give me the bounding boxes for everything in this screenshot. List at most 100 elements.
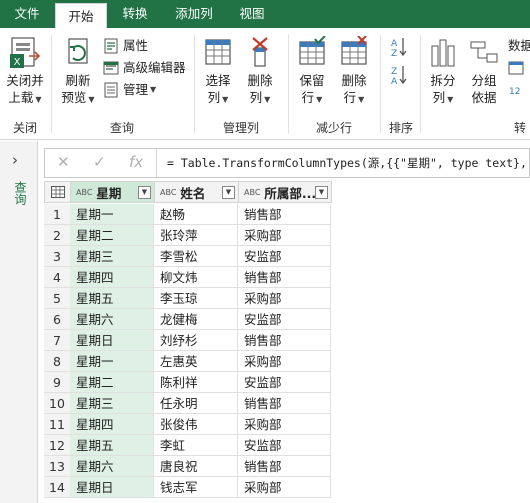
cell-weekday[interactable]: 星期二 <box>70 372 154 393</box>
group-by-button[interactable]: 分组 依据 <box>464 36 504 106</box>
tab-file[interactable]: 文件 <box>4 0 50 28</box>
cell-weekday[interactable]: 星期三 <box>70 246 154 267</box>
cell-name[interactable]: 柳文炜 <box>154 267 238 288</box>
cell-name[interactable]: 刘纾杉 <box>154 330 238 351</box>
cell-weekday[interactable]: 星期日 <box>70 330 154 351</box>
row-number[interactable]: 2 <box>44 225 71 246</box>
svg-text:Z: Z <box>391 49 397 58</box>
row-number[interactable]: 7 <box>44 330 71 351</box>
row-number[interactable]: 1 <box>44 204 71 225</box>
cell-name[interactable]: 李雪松 <box>154 246 238 267</box>
filter-dropdown-icon[interactable]: ▼ <box>315 186 328 199</box>
cell-name[interactable]: 左惠英 <box>154 351 238 372</box>
tab-transform[interactable]: 转换 <box>110 0 160 28</box>
cell-department[interactable]: 采购部 <box>238 477 331 498</box>
cell-weekday[interactable]: 星期一 <box>70 351 154 372</box>
cell-name[interactable]: 唐良祝 <box>154 456 238 477</box>
cell-name[interactable]: 赵畅 <box>154 204 238 225</box>
row-number[interactable]: 8 <box>44 351 71 372</box>
manage-button[interactable]: 管理 ▼ <box>103 80 156 100</box>
row-number[interactable]: 12 <box>44 435 71 456</box>
text-type-icon[interactable]: ABC <box>76 188 92 197</box>
cell-name[interactable]: 李玉琼 <box>154 288 238 309</box>
row-number[interactable]: 4 <box>44 267 71 288</box>
row-number[interactable]: 14 <box>44 477 71 498</box>
row-number[interactable]: 10 <box>44 393 71 414</box>
column-header-weekday[interactable]: ABC 星期 ▼ <box>70 181 155 203</box>
cell-department[interactable]: 安监部 <box>238 246 331 267</box>
cell-department[interactable]: 采购部 <box>238 414 331 435</box>
remove-columns-label-2: 列 <box>249 90 263 105</box>
split-column-label-2: 列 <box>432 90 446 105</box>
queries-pane[interactable]: › 查询 <box>0 141 38 503</box>
cell-name[interactable]: 陈利祥 <box>154 372 238 393</box>
cell-department[interactable]: 销售部 <box>238 204 331 225</box>
row-number[interactable]: 5 <box>44 288 71 309</box>
cell-name[interactable]: 任永明 <box>154 393 238 414</box>
cell-weekday[interactable]: 星期五 <box>70 288 154 309</box>
replace-values-button[interactable]: 12 <box>508 80 528 100</box>
cell-department[interactable]: 销售部 <box>238 330 331 351</box>
cell-weekday[interactable]: 星期一 <box>70 204 154 225</box>
formula-bar: ✕ ✓ fx = Table.TransformColumnTypes(源,{{… <box>44 148 530 178</box>
formula-input[interactable]: = Table.TransformColumnTypes(源,{{"星期", t… <box>167 155 530 171</box>
sort-descending-button[interactable]: Z A <box>384 64 414 88</box>
cell-weekday[interactable]: 星期日 <box>70 477 154 498</box>
text-type-icon[interactable]: ABC <box>244 188 260 197</box>
cancel-formula-icon[interactable]: ✕ <box>57 153 70 171</box>
table-icon <box>508 61 524 75</box>
remove-columns-button[interactable]: 删除 列 ▼ <box>240 36 280 108</box>
cell-weekday[interactable]: 星期四 <box>70 414 154 435</box>
row-number[interactable]: 13 <box>44 456 71 477</box>
cell-weekday[interactable]: 星期二 <box>70 225 154 246</box>
fx-icon[interactable]: fx <box>129 153 143 171</box>
cell-weekday[interactable]: 星期六 <box>70 456 154 477</box>
remove-rows-button[interactable]: 删除 行 ▼ <box>334 36 374 108</box>
cell-department[interactable]: 采购部 <box>238 288 331 309</box>
confirm-formula-icon[interactable]: ✓ <box>93 153 106 171</box>
filter-dropdown-icon[interactable]: ▼ <box>222 186 235 199</box>
expand-queries-icon[interactable]: › <box>12 151 18 169</box>
cell-department[interactable]: 采购部 <box>238 351 331 372</box>
cell-weekday[interactable]: 星期四 <box>70 267 154 288</box>
properties-button[interactable]: 属性 <box>103 36 148 56</box>
data-type-button[interactable]: 数据 <box>508 36 530 56</box>
keep-rows-button[interactable]: 保留 行 ▼ <box>292 36 332 108</box>
cell-name[interactable]: 张玲萍 <box>154 225 238 246</box>
cell-weekday[interactable]: 星期六 <box>70 309 154 330</box>
table-menu-button[interactable] <box>44 181 71 203</box>
cell-weekday[interactable]: 星期五 <box>70 435 154 456</box>
row-number[interactable]: 11 <box>44 414 71 435</box>
manage-icon <box>104 82 118 98</box>
choose-columns-button[interactable]: 选择 列 ▼ <box>198 36 238 108</box>
column-header-name[interactable]: ABC 姓名 ▼ <box>154 181 239 203</box>
split-column-button[interactable]: 拆分 列 ▼ <box>424 36 462 108</box>
row-number[interactable]: 6 <box>44 309 71 330</box>
cell-department[interactable]: 采购部 <box>238 225 331 246</box>
tab-view[interactable]: 视图 <box>228 0 276 28</box>
refresh-preview-button[interactable]: 刷新 预览 ▼ <box>56 36 100 108</box>
tab-add-column[interactable]: 添加列 <box>165 0 223 28</box>
row-number[interactable]: 3 <box>44 246 71 267</box>
close-and-load-button[interactable]: X 关闭并 上载 ▼ <box>4 36 46 108</box>
advanced-editor-button[interactable]: 高级编辑器 <box>103 58 186 78</box>
column-header-department[interactable]: ABC 所属部... ▼ <box>238 181 332 203</box>
cell-name[interactable]: 李虹 <box>154 435 238 456</box>
sort-ascending-button[interactable]: A Z <box>384 36 414 60</box>
cell-name[interactable]: 龙健梅 <box>154 309 238 330</box>
cell-department[interactable]: 安监部 <box>238 309 331 330</box>
tab-home[interactable]: 开始 <box>55 3 107 28</box>
filter-dropdown-icon[interactable]: ▼ <box>138 186 151 199</box>
cell-name[interactable]: 张俊伟 <box>154 414 238 435</box>
cell-department[interactable]: 销售部 <box>238 393 331 414</box>
cell-department[interactable]: 销售部 <box>238 267 331 288</box>
cell-name[interactable]: 钱志军 <box>154 477 238 498</box>
use-first-row-button[interactable] <box>508 58 528 78</box>
queries-pane-label: 查询 <box>13 181 27 205</box>
cell-department[interactable]: 销售部 <box>238 456 331 477</box>
cell-department[interactable]: 安监部 <box>238 372 331 393</box>
row-number[interactable]: 9 <box>44 372 71 393</box>
text-type-icon[interactable]: ABC <box>160 188 176 197</box>
cell-department[interactable]: 安监部 <box>238 435 331 456</box>
cell-weekday[interactable]: 星期三 <box>70 393 154 414</box>
